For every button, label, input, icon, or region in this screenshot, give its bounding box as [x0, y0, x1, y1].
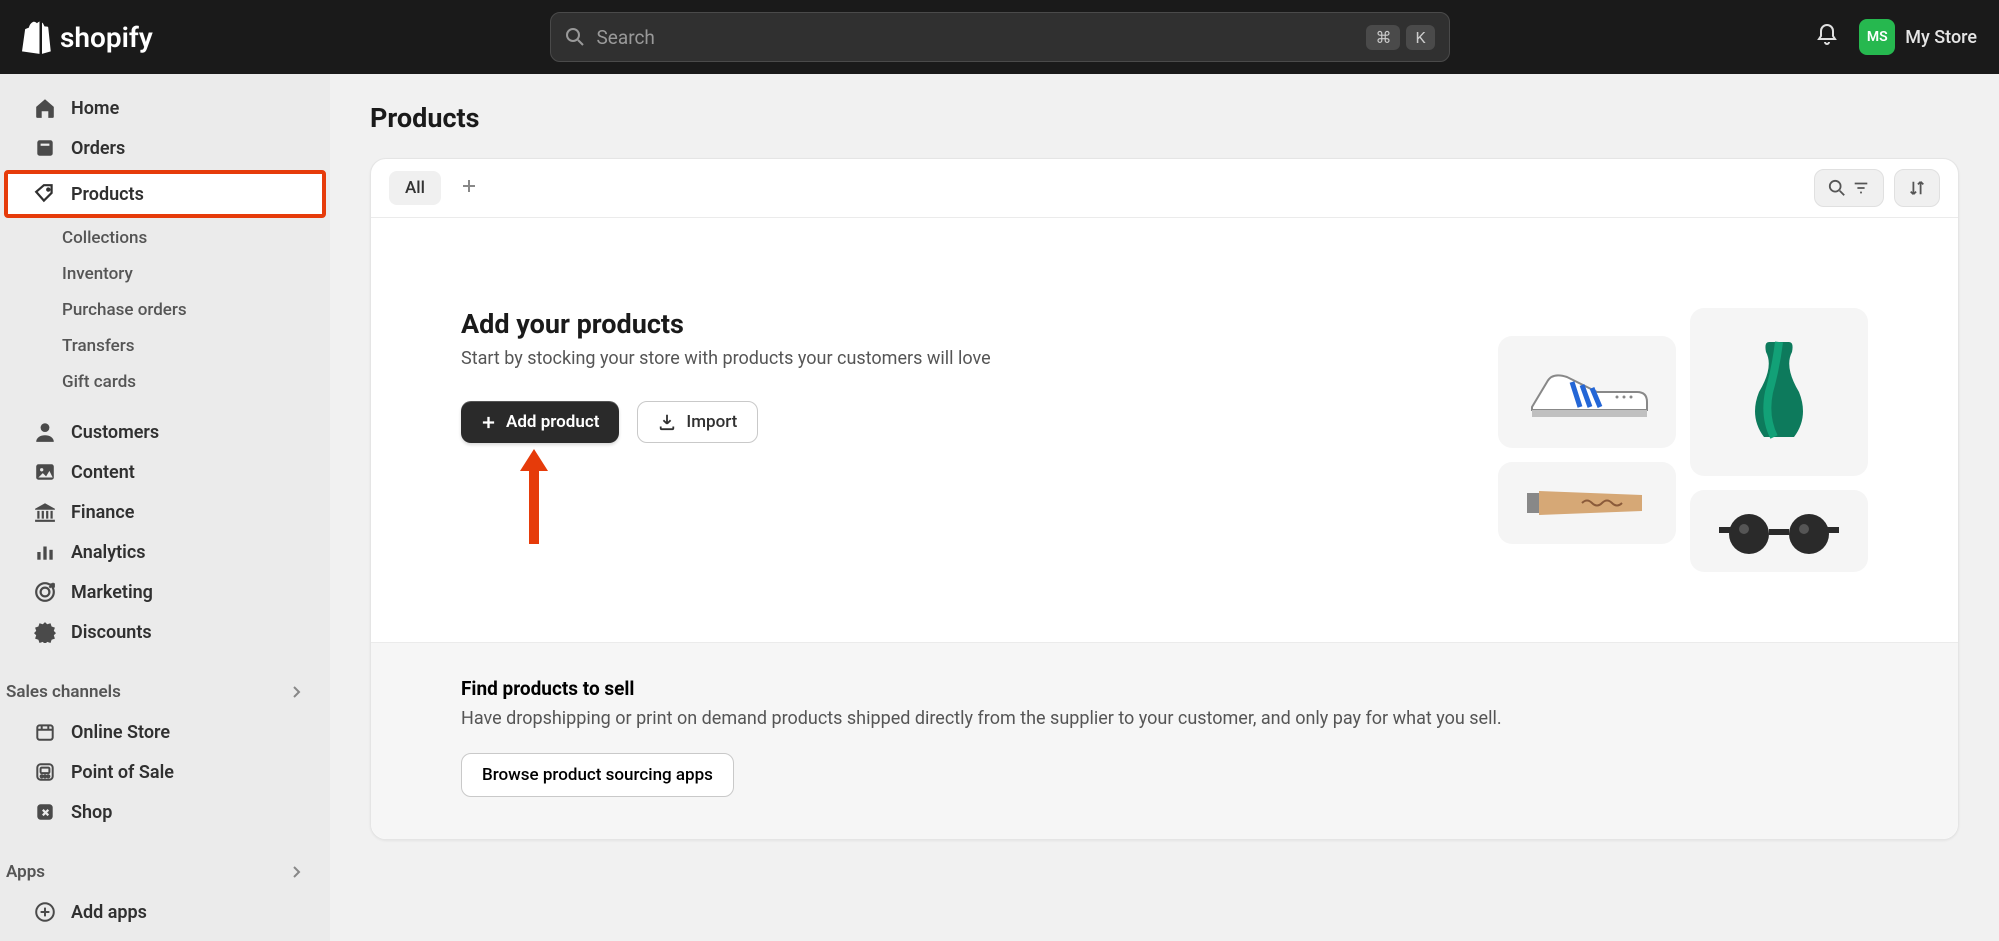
plus-icon [481, 415, 496, 430]
nav-collections[interactable]: Collections [0, 220, 330, 256]
kbd-cmd: ⌘ [1366, 25, 1400, 50]
nav-label: Add apps [71, 902, 147, 923]
section-label: Apps [6, 862, 45, 882]
nav-label: Discounts [71, 622, 152, 643]
nav-marketing[interactable]: Marketing [8, 572, 322, 612]
store-switcher[interactable]: MS My Store [1859, 19, 1977, 55]
image-icon [34, 461, 56, 483]
page-title: Products [370, 102, 1959, 134]
nav-home[interactable]: Home [8, 88, 322, 128]
nav-online-store[interactable]: Online Store [8, 712, 322, 752]
add-product-button[interactable]: Add product [461, 401, 619, 443]
nav-products[interactable]: Products [8, 174, 322, 214]
orders-icon [34, 137, 56, 159]
nav-label: Products [71, 184, 144, 205]
sunglasses-illustration [1690, 490, 1868, 572]
plus-circle-icon [34, 901, 56, 923]
sort-button[interactable] [1894, 169, 1940, 207]
sort-icon [1908, 179, 1926, 197]
nav-label: Content [71, 462, 135, 483]
tube-illustration [1498, 462, 1676, 544]
nav-add-apps[interactable]: Add apps [8, 892, 322, 932]
sales-channels-header[interactable]: Sales channels [0, 672, 330, 712]
search-input[interactable]: Search ⌘ K [550, 12, 1450, 62]
tag-icon [34, 183, 56, 205]
nav-inventory[interactable]: Inventory [0, 256, 330, 292]
nav-label: Point of Sale [71, 762, 174, 783]
sidebar: Home Orders Products Collections Invento… [0, 74, 330, 941]
nav-label: Orders [71, 138, 125, 159]
filter-icon [1852, 179, 1870, 197]
button-label: Add product [506, 412, 599, 432]
add-tab-button[interactable] [451, 172, 487, 204]
nav-finance[interactable]: Finance [8, 492, 322, 532]
chevron-right-icon [288, 864, 304, 880]
nav-purchase-orders[interactable]: Purchase orders [0, 292, 330, 328]
card-footer: Find products to sell Have dropshipping … [371, 642, 1958, 839]
target-icon [34, 581, 56, 603]
nav-label: Home [71, 98, 119, 119]
nav-transfers[interactable]: Transfers [0, 328, 330, 364]
import-icon [658, 413, 676, 431]
nav-label: Shop [71, 802, 112, 823]
top-bar: shopify Search ⌘ K MS My Store [0, 0, 1999, 74]
nav-label: Online Store [71, 722, 170, 743]
nav-gift-cards[interactable]: Gift cards [0, 364, 330, 400]
shopify-logo[interactable]: shopify [22, 20, 153, 54]
empty-state: Add your products Start by stocking your… [371, 218, 1958, 642]
notifications-icon[interactable] [1815, 23, 1839, 51]
section-label: Sales channels [6, 682, 121, 702]
avatar: MS [1859, 19, 1895, 55]
nav-content[interactable]: Content [8, 452, 322, 492]
chevron-right-icon [288, 684, 304, 700]
store-name: My Store [1905, 27, 1977, 48]
nav-pos[interactable]: Point of Sale [8, 752, 322, 792]
search-filter-button[interactable] [1814, 169, 1884, 207]
illustration-grid [1498, 308, 1868, 572]
browse-apps-button[interactable]: Browse product sourcing apps [461, 753, 734, 797]
tabs-bar: All [371, 159, 1958, 218]
shop-icon [34, 801, 56, 823]
search-icon [1828, 179, 1846, 197]
nav-customers[interactable]: Customers [8, 412, 322, 452]
plus-icon [461, 178, 477, 194]
search-placeholder: Search [597, 26, 1361, 49]
kbd-k: K [1406, 25, 1434, 50]
bank-icon [34, 501, 56, 523]
nav-label: Finance [71, 502, 134, 523]
import-button[interactable]: Import [637, 401, 758, 443]
nav-analytics[interactable]: Analytics [8, 532, 322, 572]
products-card: All Add your products Star [370, 158, 1959, 840]
empty-subtext: Start by stocking your store with produc… [461, 348, 1458, 369]
arrow-annotation [516, 449, 552, 548]
button-label: Import [686, 412, 737, 432]
vase-illustration [1690, 308, 1868, 476]
shoe-illustration [1498, 336, 1676, 448]
nav-orders[interactable]: Orders [8, 128, 322, 168]
main-content: Products All [330, 74, 1999, 941]
chart-icon [34, 541, 56, 563]
products-highlight-annotation: Products [4, 170, 326, 218]
nav-label: Marketing [71, 582, 153, 603]
discount-icon [34, 621, 56, 643]
tab-all[interactable]: All [389, 171, 441, 205]
pos-icon [34, 761, 56, 783]
apps-header[interactable]: Apps [0, 852, 330, 892]
logo-text: shopify [60, 21, 153, 54]
footer-subtext: Have dropshipping or print on demand pro… [461, 708, 1868, 729]
footer-heading: Find products to sell [461, 677, 1868, 700]
empty-heading: Add your products [461, 308, 1458, 340]
person-icon [34, 421, 56, 443]
search-icon [565, 27, 585, 47]
home-icon [34, 97, 56, 119]
store-icon [34, 721, 56, 743]
nav-label: Analytics [71, 542, 146, 563]
nav-label: Customers [71, 422, 159, 443]
nav-discounts[interactable]: Discounts [8, 612, 322, 652]
nav-shop[interactable]: Shop [8, 792, 322, 832]
